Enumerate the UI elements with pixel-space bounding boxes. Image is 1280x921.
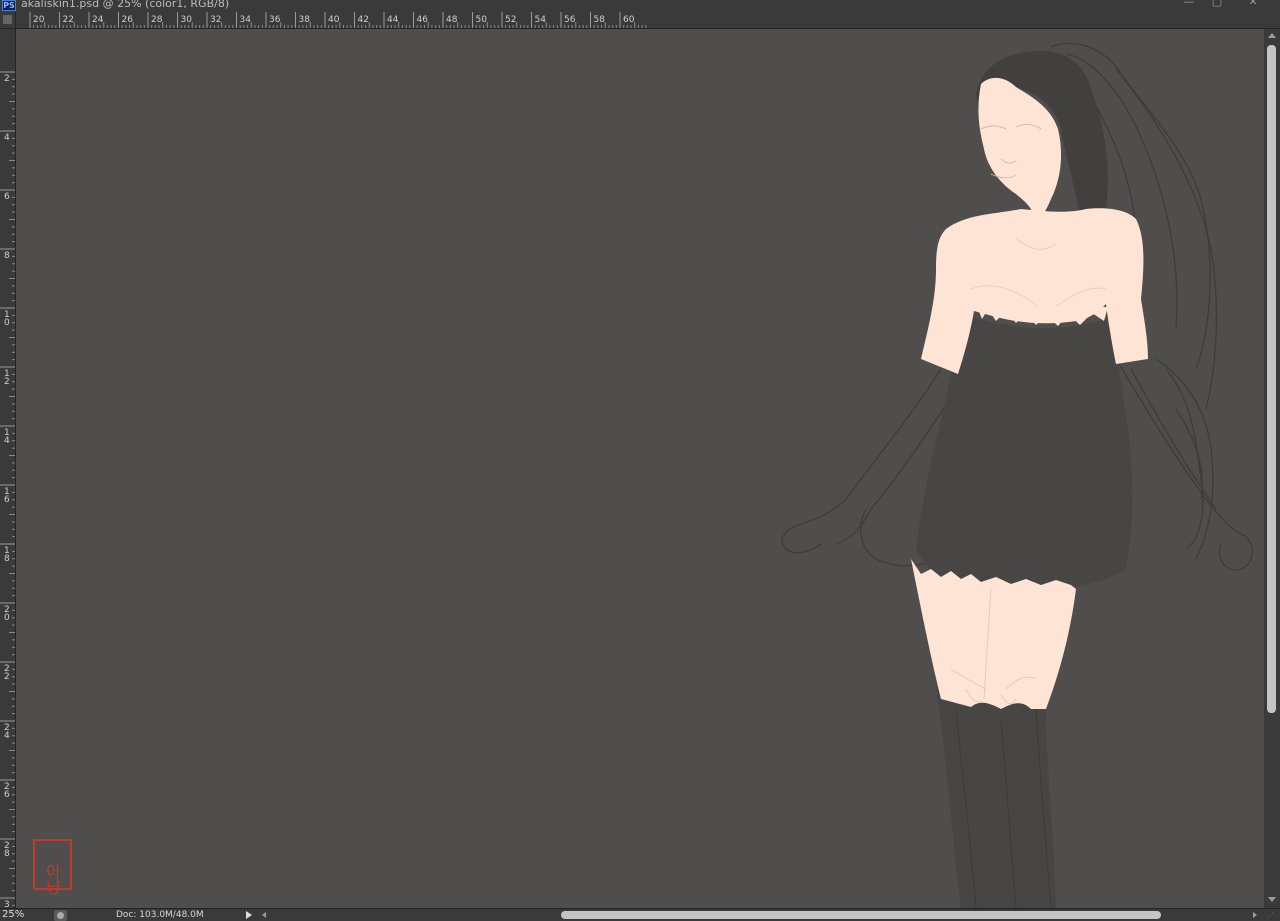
ruler-label: 40 (328, 15, 340, 25)
horizontal-scroll-thumb[interactable] (561, 911, 1161, 919)
chevron-right-icon[interactable] (1253, 912, 1257, 918)
close-button[interactable]: ✕ (1242, 0, 1264, 8)
ruler-label: 6 (4, 790, 10, 800)
vertical-scrollbar[interactable] (1264, 29, 1280, 908)
horizontal-ruler-ticks: 20 22 24 26 28 30 32 34 36 38 40 42 44 46 48 50 52 54 56 58… (29, 12, 647, 28)
ruler-label: 54 (535, 15, 547, 25)
ruler-label: 8 (4, 849, 10, 859)
ruler-label: 52 (505, 15, 516, 25)
vertical-scroll-thumb[interactable] (1267, 45, 1276, 713)
ruler-label: 42 (358, 15, 369, 25)
horizontal-ruler[interactable]: 20 22 24 26 28 30 32 34 36 38 40 42 44 46 48 50 52 54 56 58… (16, 12, 1280, 29)
ruler-label: 3 (4, 900, 10, 908)
ruler-label: 0 (4, 613, 10, 623)
ruler-label: 2 (4, 377, 10, 387)
ruler-label: 32 (210, 15, 221, 25)
document-status-icon[interactable] (54, 910, 67, 921)
legs-shape (936, 689, 1056, 908)
ruler-label: 56 (564, 15, 576, 25)
artist-seal: 아냥 (33, 839, 72, 895)
ruler-label: 8 (4, 554, 10, 564)
seal-text: 아냥 (43, 863, 62, 895)
ruler-label: 2 (4, 74, 10, 84)
maximize-button[interactable]: ▢ (1206, 0, 1228, 8)
ruler-label: 28 (151, 15, 163, 25)
document-title: akaliskin1.psd @ 25% (color1, RGB/8) (21, 0, 230, 10)
ruler-label: 38 (299, 15, 311, 25)
artwork: 아냥 (33, 42, 1253, 908)
play-triangle-icon[interactable] (246, 911, 252, 919)
ruler-label: 20 (33, 15, 45, 25)
ruler-origin-corner[interactable] (0, 12, 16, 29)
title-bar: PS akaliskin1.psd @ 25% (color1, RGB/8) … (0, 0, 1280, 12)
ruler-label: 48 (446, 15, 458, 25)
vertical-ruler[interactable]: 2468101214161820222426283 (0, 29, 16, 908)
ruler-label: 22 (63, 15, 74, 25)
ruler-label: 60 (623, 15, 635, 25)
ruler-label: 0 (4, 318, 10, 328)
ruler-label: 44 (387, 15, 399, 25)
chevron-left-icon[interactable] (262, 912, 266, 918)
ruler-label: 26 (122, 15, 134, 25)
ruler-label: 4 (4, 731, 10, 741)
scroll-down-arrow-icon[interactable] (1268, 897, 1276, 902)
ruler-label: 30 (181, 15, 193, 25)
ruler-label: 8 (4, 251, 10, 261)
resize-grip-icon[interactable]: ⋰ (1266, 911, 1278, 921)
ruler-label: 6 (4, 495, 10, 505)
ruler-label: 4 (4, 436, 10, 446)
ruler-label: 6 (4, 192, 10, 202)
vertical-ruler-ticks: 2468101214161820222426283 (0, 71, 15, 908)
status-bar: 25% Doc: 103.0M/48.0M ⋰ (0, 908, 1280, 921)
ruler-label: 4 (4, 133, 10, 143)
ruler-label: 24 (92, 15, 104, 25)
ruler-label: 46 (417, 15, 429, 25)
document-canvas[interactable]: 아냥 (16, 29, 1264, 908)
ruler-label: 2 (4, 672, 10, 682)
minimize-button[interactable]: — (1178, 0, 1200, 8)
ruler-label: 50 (476, 15, 488, 25)
ruler-label: 36 (269, 15, 281, 25)
photoshop-logo-icon: PS (2, 0, 16, 11)
zoom-level-field[interactable]: 25% (2, 909, 42, 921)
scroll-up-arrow-icon[interactable] (1268, 33, 1276, 38)
document-size-info[interactable]: Doc: 103.0M/48.0M (116, 909, 204, 921)
ruler-label: 58 (594, 15, 606, 25)
ruler-label: 34 (240, 15, 252, 25)
